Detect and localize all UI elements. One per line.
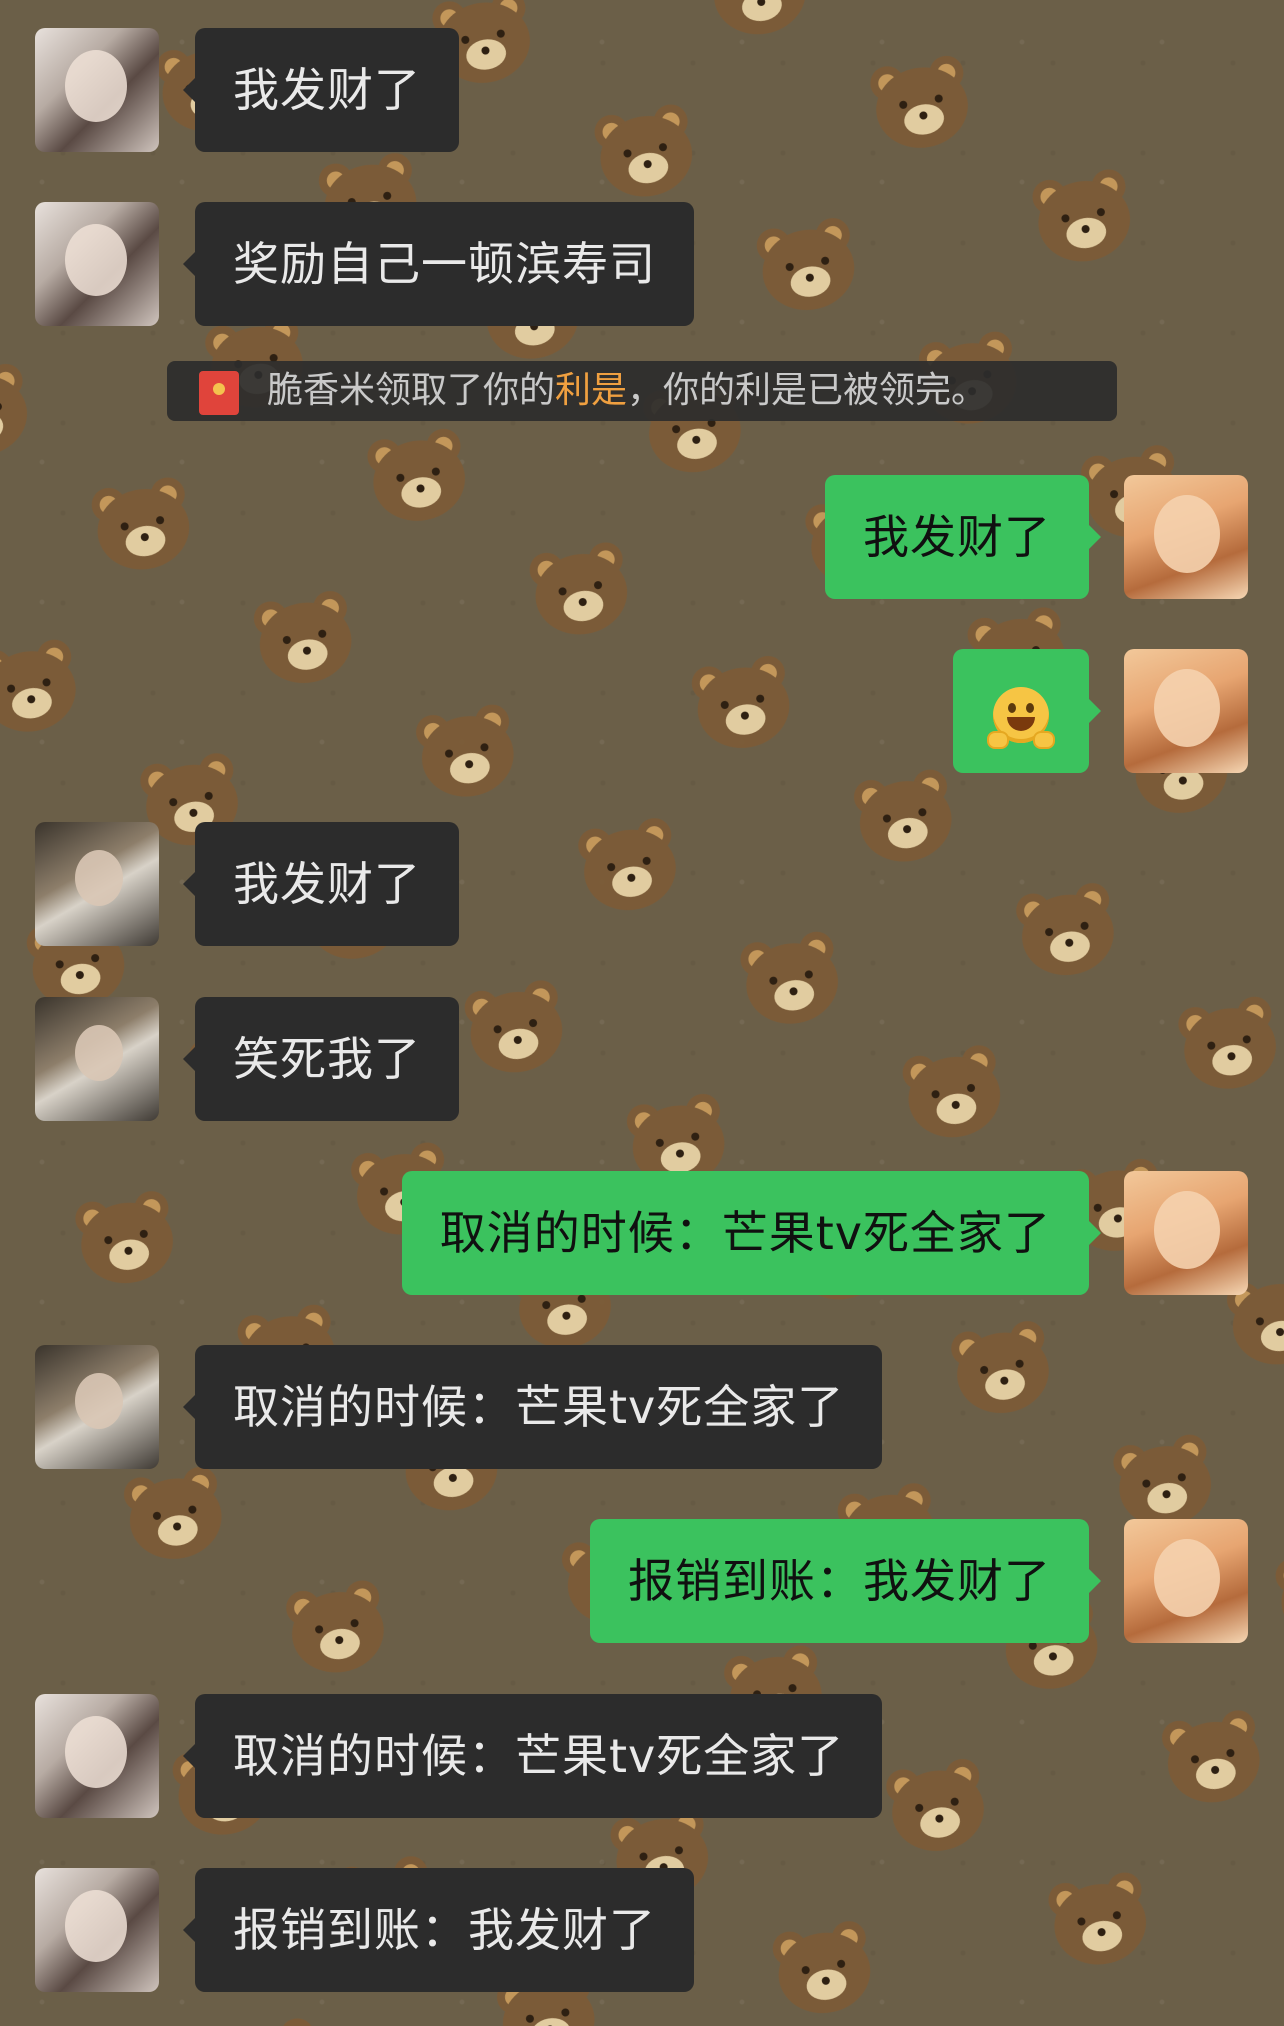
avatar[interactable] (35, 202, 159, 326)
avatar[interactable] (35, 1694, 159, 1818)
message-row: 奖励自己一顿滨寿司 (0, 202, 1284, 326)
message-row: 我发财了 (0, 28, 1284, 152)
notice-prefix: 脆香米领取了你的 (267, 370, 556, 411)
avatar[interactable] (1124, 1171, 1248, 1295)
message-row (0, 649, 1284, 773)
message-row: 我发财了 (0, 822, 1284, 946)
avatar[interactable] (1124, 1519, 1248, 1643)
message-bubble[interactable]: 我发财了 (183, 822, 459, 946)
avatar[interactable] (1124, 475, 1248, 599)
avatar[interactable] (35, 822, 159, 946)
notice-suffix: ，你的利是已被领完。 (627, 370, 988, 411)
message-bubble[interactable]: 我发财了 (825, 475, 1101, 599)
message-bubble[interactable]: 我发财了 (183, 28, 459, 152)
red-packet-link[interactable]: 利是 (555, 370, 627, 411)
message-row: 取消的时候：芒果tv死全家了 (0, 1345, 1284, 1469)
message-bubble[interactable]: 报销到账：我发财了 (183, 1868, 694, 1992)
message-bubble[interactable]: 笑死我了 (183, 997, 459, 1121)
message-row: 取消的时候：芒果tv死全家了 (0, 1694, 1284, 1818)
message-row: 报销到账：我发财了 (0, 1868, 1284, 1992)
message-bubble[interactable]: 报销到账：我发财了 (590, 1519, 1101, 1643)
message-bubble[interactable]: 取消的时候：芒果tv死全家了 (182, 1694, 883, 1818)
message-bubble[interactable]: 奖励自己一顿滨寿司 (183, 202, 694, 326)
message-row: 笑死我了 (0, 997, 1284, 1121)
red-packet-notice: 脆香米领取了你的利是，你的利是已被领完。 (167, 361, 1117, 421)
avatar[interactable] (35, 28, 159, 152)
message-row: 我发财了 (0, 475, 1284, 599)
hugging-face-icon (987, 686, 1055, 749)
message-bubble[interactable]: 取消的时候：芒果tv死全家了 (401, 1171, 1102, 1295)
red-packet-icon (199, 371, 239, 415)
avatar[interactable] (35, 1868, 159, 1992)
avatar[interactable] (1124, 649, 1248, 773)
avatar[interactable] (35, 1345, 159, 1469)
message-bubble[interactable] (953, 649, 1101, 773)
message-row: 取消的时候：芒果tv死全家了 (0, 1171, 1284, 1295)
message-bubble[interactable]: 取消的时候：芒果tv死全家了 (182, 1345, 883, 1469)
message-row: 报销到账：我发财了 (0, 1519, 1284, 1643)
avatar[interactable] (35, 997, 159, 1121)
